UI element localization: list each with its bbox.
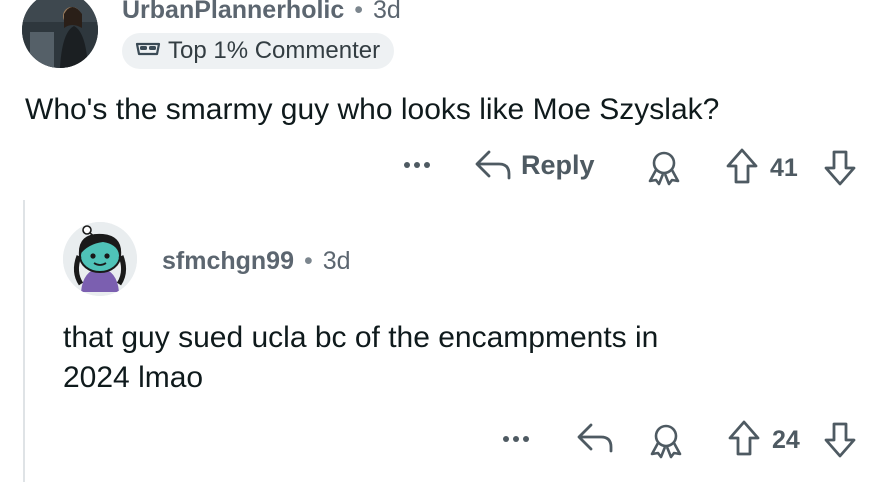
more-options-button[interactable] — [403, 155, 433, 175]
upvote-icon — [726, 148, 758, 184]
downvote-icon — [824, 422, 856, 458]
reply-time: 3d — [322, 247, 351, 275]
thread-line[interactable] — [23, 200, 25, 482]
reply-downvote-button[interactable] — [822, 420, 858, 460]
downvote-icon — [824, 150, 856, 186]
badge-icon — [134, 36, 162, 67]
avatar-urbanplannerholic[interactable] — [22, 0, 98, 68]
comment-username[interactable]: UrbanPlannerholic — [122, 0, 344, 25]
avatar-sfmchgn99[interactable] — [63, 222, 137, 296]
reply-body-line-1: that guy sued ucla bc of the encampments… — [63, 321, 659, 354]
award-icon — [650, 424, 682, 459]
downvote-button[interactable] — [822, 148, 858, 188]
reply-score: 24 — [772, 426, 800, 454]
award-button[interactable] — [645, 148, 683, 186]
reply-label: Reply — [521, 149, 595, 180]
reply-reply-button[interactable] — [575, 419, 615, 457]
comment-score: 41 — [770, 154, 798, 182]
reply-button[interactable]: Reply — [473, 146, 595, 184]
snoo-avatar — [63, 222, 137, 296]
badge-label: Top 1% Commenter — [168, 37, 381, 64]
reply-body-line-2: 2024 lmao — [63, 361, 204, 394]
more-icon — [503, 436, 529, 442]
upvote-button[interactable] — [724, 146, 760, 186]
reply-arrow-icon — [577, 423, 613, 453]
upvote-icon — [728, 420, 760, 456]
reply-meta: sfmchgn99 • 3d — [162, 247, 351, 276]
comment-body: Who's the smarmy guy who looks like Moe … — [25, 93, 720, 126]
reply-arrow-icon — [475, 150, 511, 180]
more-icon — [404, 162, 430, 168]
reply-username[interactable]: sfmchgn99 — [162, 247, 294, 276]
comment-meta: UrbanPlannerholic • 3d — [122, 0, 401, 25]
reply-body: that guy sued ucla bc of the encampments… — [63, 318, 658, 398]
reply-upvote-button[interactable] — [726, 418, 762, 458]
meta-separator: • — [354, 0, 364, 24]
top-commenter-badge: Top 1% Commenter — [122, 33, 395, 69]
reply-award-button[interactable] — [647, 421, 685, 459]
reply-more-options-button[interactable] — [502, 429, 532, 449]
meta-separator: • — [303, 247, 313, 275]
comment-time: 3d — [373, 0, 401, 24]
award-icon — [648, 151, 680, 186]
avatar-photo — [22, 0, 98, 68]
